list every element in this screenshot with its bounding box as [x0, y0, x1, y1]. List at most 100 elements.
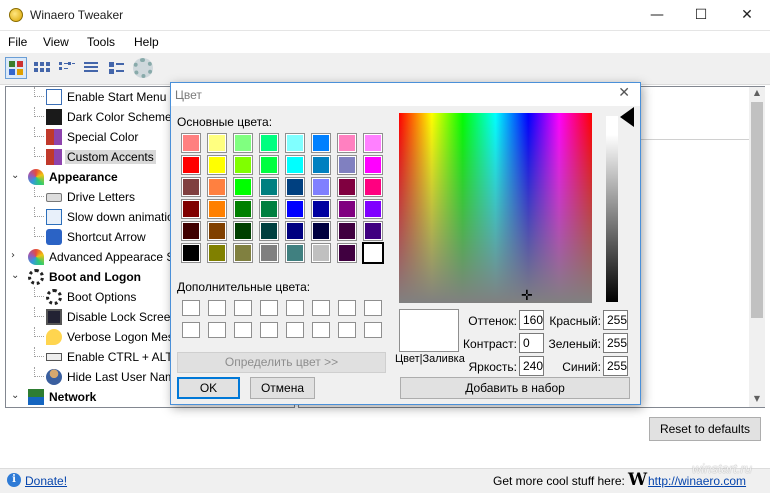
basic-color-swatch[interactable] — [233, 243, 253, 263]
basic-color-swatch[interactable] — [285, 243, 305, 263]
basic-color-swatch[interactable] — [207, 133, 227, 153]
basic-color-swatch[interactable] — [363, 155, 383, 175]
custom-color-swatch[interactable] — [182, 300, 200, 316]
basic-color-swatch[interactable] — [311, 155, 331, 175]
expand-arrow-icon[interactable]: › — [11, 250, 15, 261]
menu-help[interactable]: Help — [134, 35, 159, 49]
view-tiles-button[interactable] — [105, 57, 127, 79]
basic-color-swatch[interactable] — [337, 177, 357, 197]
minimize-button[interactable]: — — [634, 0, 680, 31]
dialog-close-icon[interactable]: ✕ — [618, 85, 630, 101]
view-list-button[interactable] — [55, 57, 77, 79]
custom-color-swatch[interactable] — [208, 322, 226, 338]
basic-color-swatch[interactable] — [337, 243, 357, 263]
basic-color-swatch[interactable] — [285, 133, 305, 153]
basic-color-swatch[interactable] — [207, 243, 227, 263]
cancel-button[interactable]: Отмена — [250, 377, 315, 399]
custom-color-swatch[interactable] — [338, 300, 356, 316]
view-large-icons-button[interactable] — [5, 57, 27, 79]
luminosity-field[interactable]: 240 — [519, 356, 544, 376]
basic-color-swatch[interactable] — [285, 177, 305, 197]
hue-field[interactable]: 160 — [519, 310, 544, 330]
basic-color-swatch[interactable] — [181, 221, 201, 241]
settings-gear-icon[interactable] — [133, 58, 153, 78]
custom-color-swatch[interactable] — [312, 300, 330, 316]
reset-to-defaults-button[interactable]: Reset to defaults — [649, 417, 761, 441]
basic-color-swatch[interactable] — [181, 243, 201, 263]
custom-color-swatch[interactable] — [260, 300, 278, 316]
basic-color-swatch[interactable] — [363, 177, 383, 197]
basic-color-swatch[interactable] — [259, 177, 279, 197]
basic-color-swatch[interactable] — [259, 243, 279, 263]
basic-color-swatch[interactable] — [337, 155, 357, 175]
view-details-button[interactable] — [80, 57, 102, 79]
maximize-button[interactable]: ☐ — [678, 0, 724, 31]
menu-view[interactable]: View — [43, 35, 69, 49]
custom-color-swatch[interactable] — [234, 322, 252, 338]
close-button[interactable]: ✕ — [724, 0, 770, 31]
basic-color-swatch[interactable] — [285, 221, 305, 241]
basic-color-swatch[interactable] — [207, 221, 227, 241]
custom-color-swatch[interactable] — [234, 300, 252, 316]
collapse-arrow-icon[interactable]: ⌄ — [11, 170, 19, 181]
custom-color-swatch[interactable] — [286, 300, 304, 316]
basic-color-swatch[interactable] — [207, 199, 227, 219]
menu-tools[interactable]: Tools — [87, 35, 115, 49]
custom-color-swatch[interactable] — [338, 322, 356, 338]
custom-color-swatch[interactable] — [312, 322, 330, 338]
custom-color-swatch[interactable] — [260, 322, 278, 338]
basic-color-swatch[interactable] — [259, 133, 279, 153]
donate-link[interactable]: Donate! — [25, 474, 67, 488]
ok-button[interactable]: OK — [177, 377, 240, 399]
basic-color-swatch[interactable] — [337, 199, 357, 219]
basic-color-swatch[interactable] — [311, 133, 331, 153]
basic-color-swatch[interactable] — [181, 133, 201, 153]
basic-color-swatch[interactable] — [311, 221, 331, 241]
luminosity-slider[interactable] — [606, 116, 618, 302]
define-custom-color-button[interactable]: Определить цвет >> — [177, 352, 386, 373]
custom-color-swatch[interactable] — [364, 322, 382, 338]
basic-color-swatch[interactable] — [259, 221, 279, 241]
basic-color-swatch[interactable] — [363, 133, 383, 153]
scrollbar-thumb[interactable] — [751, 102, 763, 318]
scroll-down-icon[interactable]: ▼ — [751, 394, 763, 406]
basic-color-swatch[interactable] — [259, 199, 279, 219]
basic-color-swatch[interactable] — [363, 199, 383, 219]
basic-color-swatch[interactable] — [311, 199, 331, 219]
saturation-field[interactable]: 0 — [519, 333, 544, 353]
basic-color-swatch[interactable] — [337, 221, 357, 241]
basic-color-swatch[interactable] — [337, 133, 357, 153]
basic-color-swatch[interactable] — [233, 177, 253, 197]
luminosity-arrow-icon[interactable] — [620, 107, 634, 127]
basic-color-swatch[interactable] — [207, 177, 227, 197]
basic-color-swatch[interactable] — [207, 155, 227, 175]
custom-color-swatch[interactable] — [208, 300, 226, 316]
add-to-custom-colors-button[interactable]: Добавить в набор — [400, 377, 630, 399]
collapse-arrow-icon[interactable]: ⌄ — [11, 270, 19, 281]
basic-color-swatch[interactable] — [311, 243, 331, 263]
custom-color-swatch[interactable] — [286, 322, 304, 338]
basic-color-swatch[interactable] — [285, 199, 305, 219]
color-spectrum[interactable] — [399, 113, 592, 303]
basic-color-swatch[interactable] — [233, 133, 253, 153]
basic-color-swatch[interactable] — [363, 221, 383, 241]
basic-color-swatch[interactable] — [362, 242, 384, 264]
menu-file[interactable]: File — [8, 35, 27, 49]
website-link[interactable]: http://winaero.com — [648, 474, 746, 488]
basic-color-swatch[interactable] — [285, 155, 305, 175]
basic-color-swatch[interactable] — [181, 199, 201, 219]
basic-color-swatch[interactable] — [233, 199, 253, 219]
basic-color-swatch[interactable] — [233, 221, 253, 241]
view-small-icons-button[interactable] — [30, 57, 52, 79]
basic-color-swatch[interactable] — [259, 155, 279, 175]
green-field[interactable]: 255 — [603, 333, 628, 353]
collapse-arrow-icon[interactable]: ⌄ — [11, 390, 19, 401]
red-field[interactable]: 255 — [603, 310, 628, 330]
basic-color-swatch[interactable] — [233, 155, 253, 175]
basic-color-swatch[interactable] — [311, 177, 331, 197]
basic-color-swatch[interactable] — [181, 177, 201, 197]
custom-color-swatch[interactable] — [364, 300, 382, 316]
scroll-up-icon[interactable]: ▲ — [751, 88, 763, 100]
blue-field[interactable]: 255 — [603, 356, 628, 376]
custom-color-swatch[interactable] — [182, 322, 200, 338]
